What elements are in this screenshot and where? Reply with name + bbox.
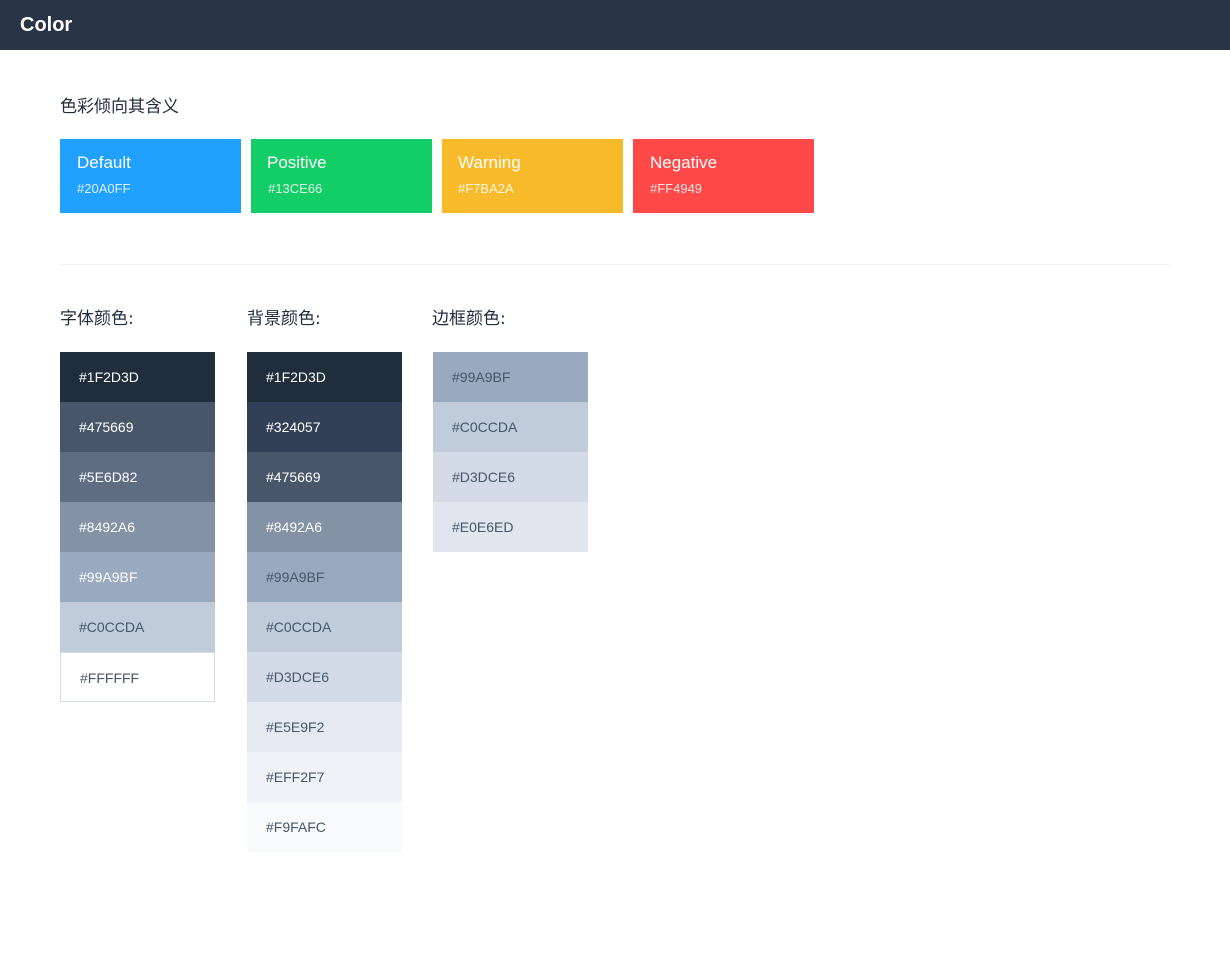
swatch-hex-label: #324057 <box>266 419 321 435</box>
border-colors-heading: 边框颜色: <box>432 309 506 329</box>
swatch-hex-label: #C0CCDA <box>266 619 332 635</box>
color-swatch: #324057 <box>247 402 402 452</box>
intent-card-name: Positive <box>267 153 327 172</box>
swatch-hex-label: #1F2D3D <box>266 369 326 385</box>
swatch-hex-label: #C0CCDA <box>452 419 518 435</box>
color-swatch: #475669 <box>60 402 215 452</box>
swatch-hex-label: #C0CCDA <box>79 619 145 635</box>
color-swatch: #475669 <box>247 452 402 502</box>
page-title: Color <box>20 14 73 36</box>
color-swatch: #F9FAFC <box>247 802 402 852</box>
color-swatch: #E5E9F2 <box>247 702 402 752</box>
border-colors-palette: #99A9BF #C0CCDA #D3DCE6 #E0E6ED <box>433 352 588 552</box>
intent-card-name: Default <box>77 153 131 172</box>
font-colors-palette: #1F2D3D #475669 #5E6D82 #8492A6 #99A9BF #C0CC… <box>60 352 215 702</box>
color-swatch: #99A9BF <box>247 552 402 602</box>
swatch-hex-label: #EFF2F7 <box>266 769 325 785</box>
section-divider <box>60 264 1170 265</box>
intent-section-heading: 色彩倾向其含义 <box>60 97 179 117</box>
intent-card-hex: #F7BA2A <box>458 181 514 196</box>
color-swatch: #99A9BF <box>60 552 215 602</box>
swatch-hex-label: #E5E9F2 <box>266 719 325 735</box>
swatch-hex-label: #8492A6 <box>266 519 323 535</box>
color-swatch: #D3DCE6 <box>247 652 402 702</box>
intent-card-warning: Warning #F7BA2A <box>442 139 623 213</box>
intent-card-hex: #13CE66 <box>268 181 323 196</box>
background-colors-heading: 背景颜色: <box>247 309 321 329</box>
swatch-hex-label: #8492A6 <box>79 519 136 535</box>
color-swatch: #EFF2F7 <box>247 752 402 802</box>
background-colors-palette: #1F2D3D #324057 #475669 #8492A6 #99A9BF #C0CC… <box>247 352 402 852</box>
color-swatch: #8492A6 <box>60 502 215 552</box>
swatch-hex-label: #475669 <box>266 469 321 485</box>
intent-card-positive: Positive #13CE66 <box>251 139 432 213</box>
swatch-hex-label: #1F2D3D <box>79 369 139 385</box>
intent-card-hex: #FF4949 <box>650 181 703 196</box>
color-swatch: #FFFFFF <box>60 652 215 702</box>
color-swatch: #C0CCDA <box>60 602 215 652</box>
intent-card-default: Default #20A0FF <box>60 139 241 213</box>
swatch-hex-label: #E0E6ED <box>452 519 514 535</box>
swatch-hex-label: #5E6D82 <box>79 469 138 485</box>
swatch-hex-label: #99A9BF <box>79 569 138 585</box>
color-swatch: #E0E6ED <box>433 502 588 552</box>
swatch-hex-label: #F9FAFC <box>266 819 326 835</box>
swatch-hex-label: #D3DCE6 <box>452 469 516 485</box>
intent-card-hex: #20A0FF <box>77 181 131 196</box>
swatch-hex-label: #99A9BF <box>266 569 325 585</box>
color-swatch: #D3DCE6 <box>433 452 588 502</box>
color-swatch: #5E6D82 <box>60 452 215 502</box>
color-swatch: #C0CCDA <box>247 602 402 652</box>
app-header: Color <box>0 0 1230 50</box>
intent-card-name: Warning <box>458 153 521 172</box>
swatch-hex-label: #99A9BF <box>452 369 511 385</box>
color-swatch: #8492A6 <box>247 502 402 552</box>
color-swatch: #99A9BF <box>433 352 588 402</box>
swatch-hex-label: #475669 <box>79 419 134 435</box>
swatch-hex-label: #FFFFFF <box>80 670 140 686</box>
swatch-hex-label: #D3DCE6 <box>266 669 330 685</box>
color-swatch: #1F2D3D <box>60 352 215 402</box>
color-swatch: #C0CCDA <box>433 402 588 452</box>
intent-card-name: Negative <box>650 153 718 172</box>
color-swatch: #1F2D3D <box>247 352 402 402</box>
intent-card-negative: Negative #FF4949 <box>633 139 814 213</box>
font-colors-heading: 字体颜色: <box>60 309 134 329</box>
